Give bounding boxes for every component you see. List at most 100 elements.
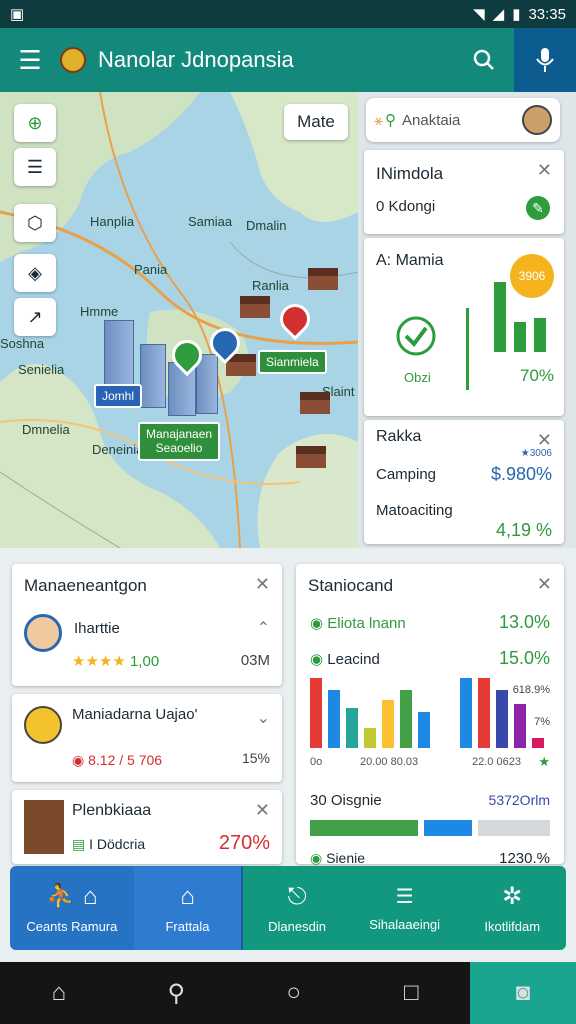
nav-label: Dlanesdin — [268, 918, 326, 934]
map-label: Soshna — [0, 336, 45, 351]
recents-icon[interactable]: □ — [353, 962, 471, 1024]
list-icon[interactable]: ☰ — [14, 148, 56, 186]
chart-bar — [514, 704, 526, 748]
axis-label: 0o — [310, 756, 323, 768]
map-tag[interactable]: Manajanaen Seaoelio — [138, 422, 221, 461]
metric-badge: 3906 — [510, 254, 554, 298]
home-icon: ⌂ — [180, 882, 195, 910]
share-icon: ✲ — [502, 883, 523, 910]
close-icon[interactable]: ✕ — [537, 160, 552, 181]
transit-icon: ⛹ ⌂ — [46, 883, 98, 910]
chart-bar — [310, 678, 322, 748]
progress-segment — [478, 820, 550, 836]
mate-button[interactable]: Mate — [284, 104, 348, 140]
app-bar: ☰ Nanolar Jdnopansia — [0, 28, 576, 92]
bottom-nav: ⛹ ⌂ Ceants Ramura ⌂ Frattala ⎋ Dlanesdin… — [10, 866, 566, 950]
metric-card: A: Mamia 3906 Obzi 70% — [364, 238, 564, 416]
item-sub: I Dödcria — [89, 836, 146, 852]
chevron-down-icon[interactable]: ⌄ — [257, 708, 270, 728]
side-search[interactable]: ⚹ ⚲ Anaktaia — [366, 98, 560, 142]
circle-icon: ◉ — [310, 850, 323, 866]
rakka-card: Rakka ✕ ★3006 Camping $.980% Matoaciting… — [364, 420, 564, 544]
stats-card: Staniocand ✕ ◉ Eliota lnann 13.0% ◉ Leac… — [296, 564, 564, 867]
stat-label: Leacind — [327, 651, 380, 668]
stat-label: Eliota lnann — [327, 615, 406, 632]
status-time: 33:35 — [528, 5, 566, 23]
bar — [534, 318, 546, 352]
circle-home-icon[interactable]: ○ — [235, 962, 353, 1024]
route-icon[interactable]: ↗ — [14, 298, 56, 336]
avatar[interactable] — [522, 105, 552, 135]
layers-icon[interactable]: ⬡ — [14, 204, 56, 242]
stat-value: 15.0% — [498, 648, 550, 668]
divider — [466, 308, 469, 390]
progress-segment — [424, 820, 472, 836]
check-icon: ◉ — [310, 615, 324, 632]
row-label: Matoaciting — [376, 502, 453, 519]
map-label: Hmme — [80, 304, 119, 319]
map-view[interactable]: ⊕ ☰ ⬡ ◈ ↗ Mate Hanplia Samiaa Pania Hmme… — [0, 92, 358, 548]
side-panel: ⚹ ⚲ Anaktaia INimdola ✕ 0 Kdongi ✎ A: Ma… — [358, 92, 576, 548]
house — [296, 446, 326, 468]
nav-item-dlanesdin[interactable]: ⎋ Dlanesdin — [243, 866, 351, 950]
battery-icon: ▮ — [512, 6, 521, 23]
map-label: Senielia — [18, 362, 65, 377]
chevron-up-icon[interactable]: ⌃ — [257, 618, 270, 638]
map-label: Deneinia — [92, 442, 144, 457]
nav-label: Sihalaaeingi — [369, 917, 441, 932]
home-icon[interactable]: ⌂ — [0, 962, 118, 1024]
rating-stars-icon: ★★★★ — [72, 653, 126, 670]
map-label: Dmalin — [246, 218, 287, 233]
nav-item-ceants[interactable]: ⛹ ⌂ Ceants Ramura — [10, 866, 134, 950]
nav-item-ikotlifdam[interactable]: ✲ Ikotlifdam — [458, 866, 566, 950]
map-tag[interactable]: Sianmiela — [258, 350, 327, 375]
side-search-text: Anaktaia — [402, 111, 461, 129]
nav-label: Ceants Ramura — [26, 919, 118, 934]
app-shortcut-icon[interactable]: ◙ — [470, 962, 576, 1024]
row-value: 4,19 % — [495, 520, 552, 540]
chart-bar — [496, 690, 508, 748]
search-icon[interactable] — [454, 48, 514, 72]
nav-item-frattala[interactable]: ⌂ Frattala — [133, 866, 244, 950]
chart-bar — [346, 708, 358, 748]
list-icon: ☰ — [395, 886, 414, 908]
footer-value: 5372Orlm — [488, 792, 550, 808]
item-value: 15% — [241, 750, 270, 766]
map-tag[interactable]: Jomhl — [94, 384, 143, 409]
wifi-icon: ◥ — [473, 6, 485, 23]
list-item[interactable]: Plenbkiaaa ✕ ▤ I Dödcria 270% — [12, 790, 282, 864]
row-note: ★3006 — [520, 448, 552, 459]
card-title: Staniocand — [308, 576, 394, 595]
item-sub: 8.12 / 5 706 — [88, 752, 163, 768]
axis-label: 20.00 80.03 — [360, 756, 419, 768]
bottom-value: 1230.% — [499, 850, 550, 867]
close-icon[interactable]: ✕ — [255, 574, 270, 595]
close-icon[interactable]: ✕ — [255, 800, 270, 821]
mgmt-card: Manaeneantgon ✕ Iharttie ⌃ ★★★★ 1,00 03M — [12, 564, 282, 686]
search-icon[interactable]: ⚲ — [118, 962, 236, 1024]
item-rating: 1,00 — [129, 653, 160, 670]
card-title: Rakka — [376, 428, 422, 445]
metric-right-pct: 70% — [520, 366, 555, 385]
location-icon[interactable]: ⊕ — [14, 104, 56, 142]
bar — [514, 322, 526, 352]
building — [140, 344, 166, 408]
chart-bar — [418, 712, 430, 748]
building — [104, 320, 134, 394]
close-icon[interactable]: ✕ — [537, 574, 552, 595]
chart-bar — [460, 678, 472, 748]
progress-segment — [310, 820, 418, 836]
menu-icon[interactable]: ☰ — [0, 45, 60, 76]
check-icon — [396, 316, 436, 356]
bar-chart — [310, 678, 544, 748]
nav-label: Ikotlifdam — [484, 919, 541, 934]
nav-item-sihalaaeingi[interactable]: ☰ Sihalaaeingi — [350, 866, 459, 950]
record-icon: ◉ — [72, 752, 85, 768]
mic-button[interactable] — [514, 28, 576, 92]
info-card: INimdola ✕ 0 Kdongi ✎ — [364, 150, 564, 234]
edit-icon[interactable]: ✎ — [526, 196, 550, 220]
row-label: Camping — [376, 466, 437, 483]
compass-icon[interactable]: ◈ — [14, 254, 56, 292]
star-icon: ★ — [538, 754, 550, 769]
list-item[interactable]: Maniadarna Uajao' ⌄ ◉ 8.12 / 5 706 15% — [12, 694, 282, 782]
